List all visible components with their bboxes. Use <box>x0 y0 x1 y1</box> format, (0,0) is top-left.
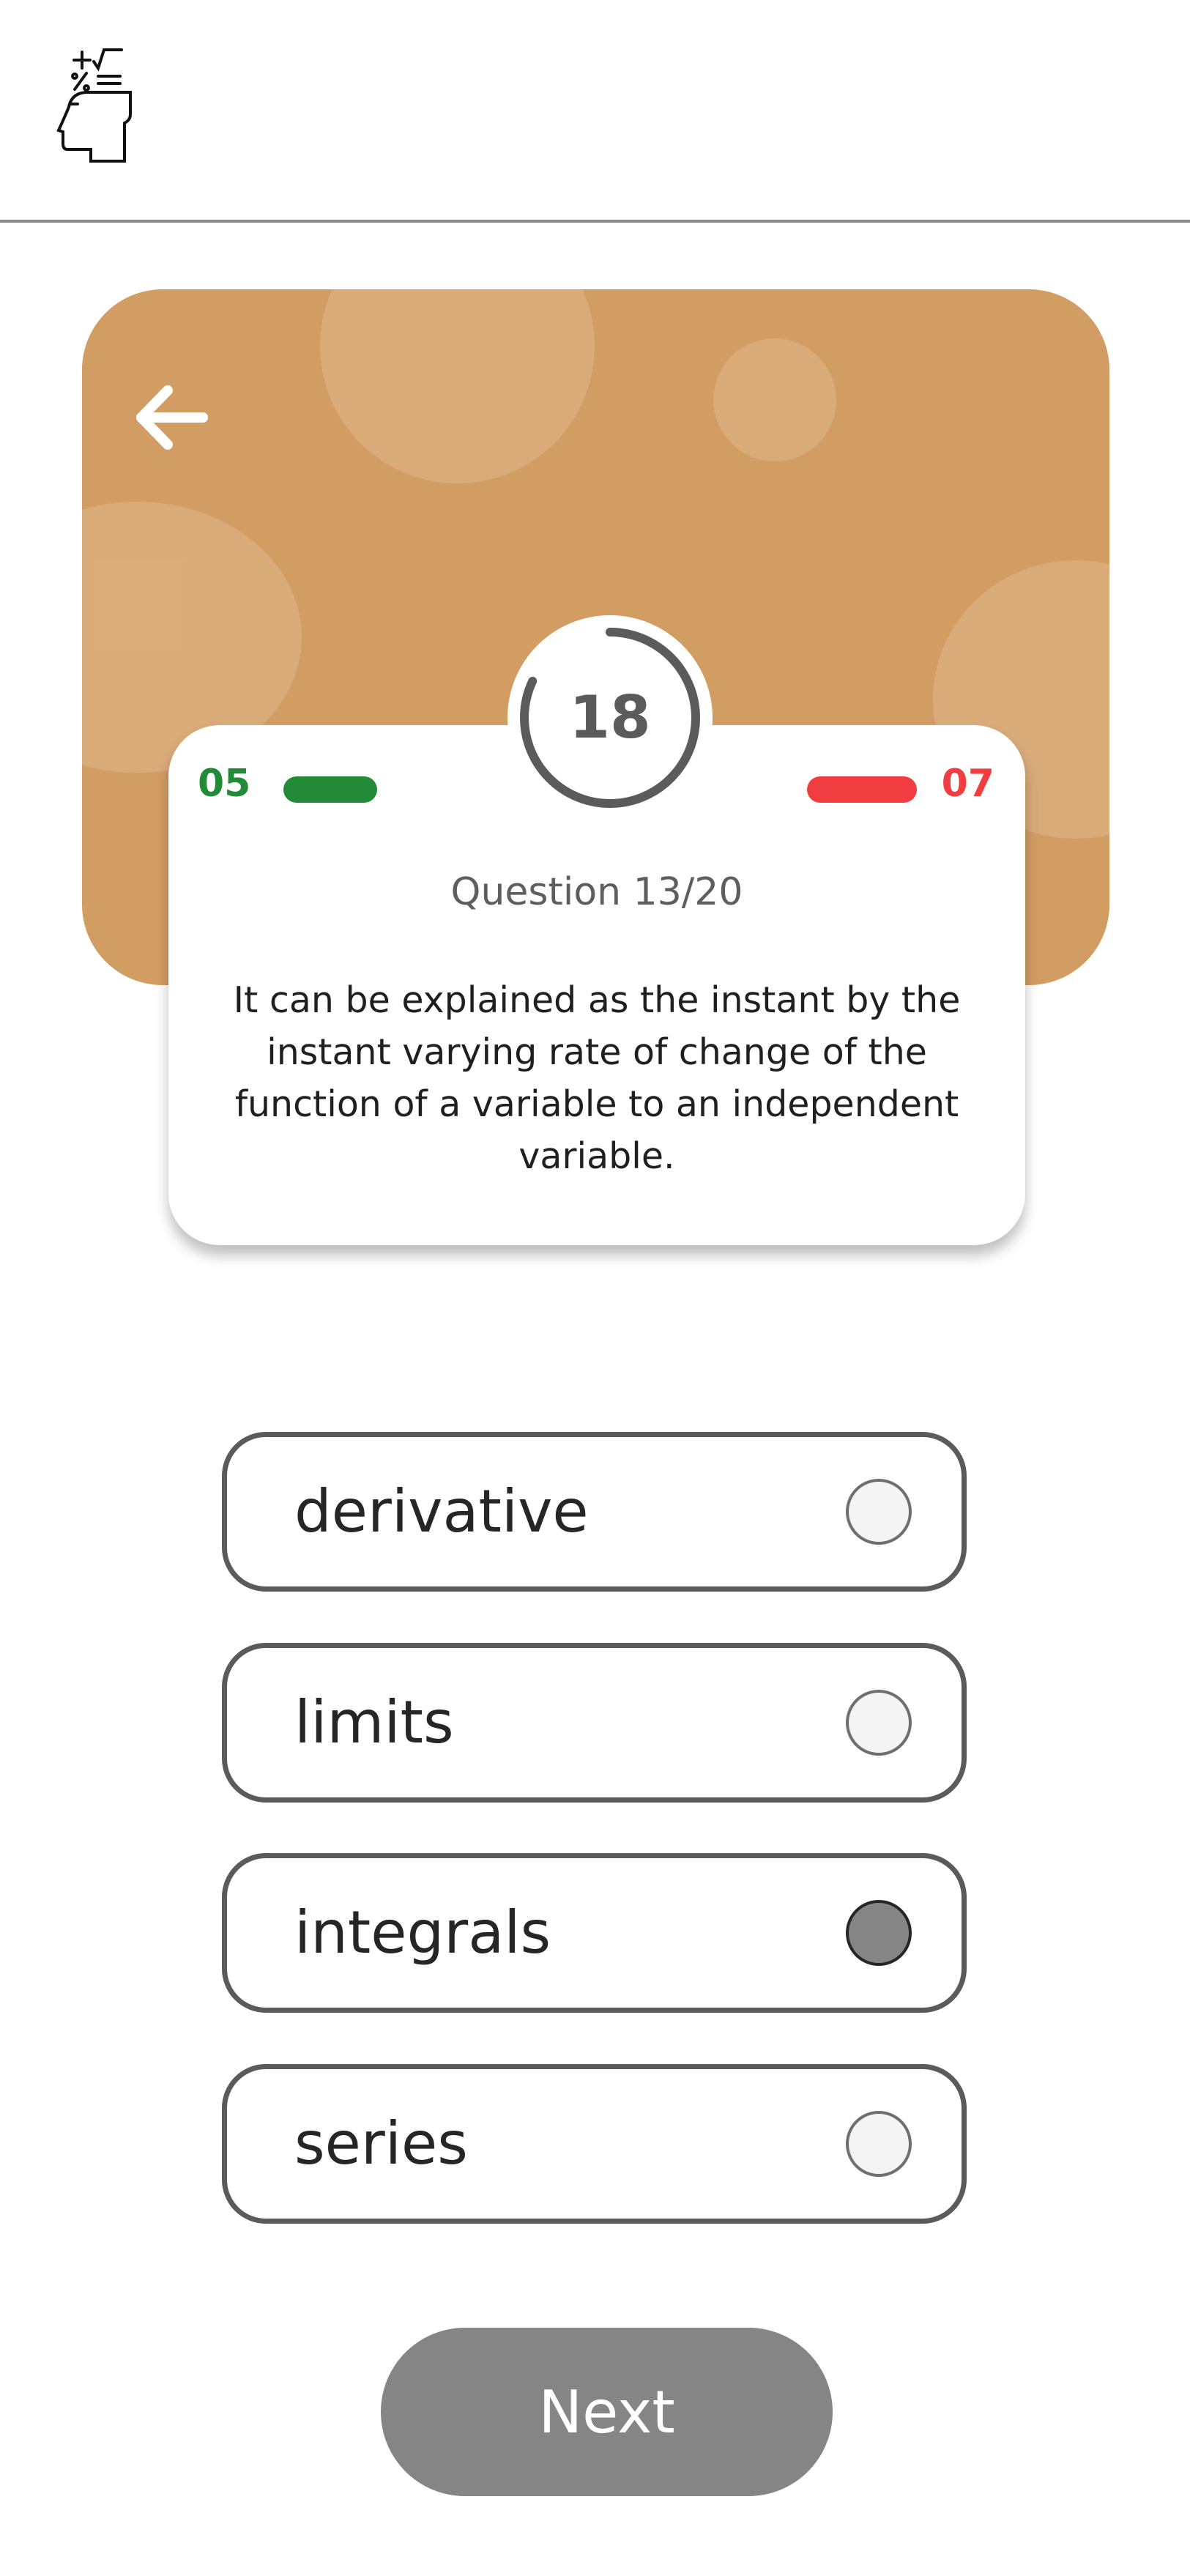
wrong-count: 07 <box>941 762 994 806</box>
decorative-bubble <box>320 289 595 483</box>
arrow-left-icon <box>136 385 208 450</box>
option-derivative[interactable]: derivative <box>222 1432 967 1592</box>
question-counter: Question 13/20 <box>450 870 743 914</box>
head-math-icon <box>56 44 140 168</box>
correct-bar <box>283 776 377 803</box>
option-label: derivative <box>294 1477 589 1545</box>
wrong-bar <box>807 776 917 803</box>
option-radio[interactable] <box>846 2111 912 2177</box>
option-label: integrals <box>294 1898 551 1967</box>
question-text: It can be explained as the instant by th… <box>233 979 961 1177</box>
option-radio[interactable] <box>846 1690 912 1756</box>
option-integrals[interactable]: integrals <box>222 1853 967 2013</box>
correct-count: 05 <box>198 762 251 806</box>
option-series[interactable]: series <box>222 2064 967 2224</box>
option-label: series <box>294 2109 468 2178</box>
header-divider <box>0 220 1190 223</box>
option-radio[interactable] <box>846 1479 912 1545</box>
option-limits[interactable]: limits <box>222 1643 967 1803</box>
next-button[interactable]: Next <box>381 2328 833 2496</box>
back-button[interactable] <box>130 377 214 458</box>
option-label: limits <box>294 1688 454 1756</box>
countdown-timer: 18 <box>507 615 713 820</box>
option-radio[interactable] <box>846 1900 912 1966</box>
quiz-screen: 05 07 Question 13/20 It can be explained… <box>0 0 1190 2576</box>
decorative-bubble <box>713 338 836 461</box>
timer-value: 18 <box>569 683 651 751</box>
